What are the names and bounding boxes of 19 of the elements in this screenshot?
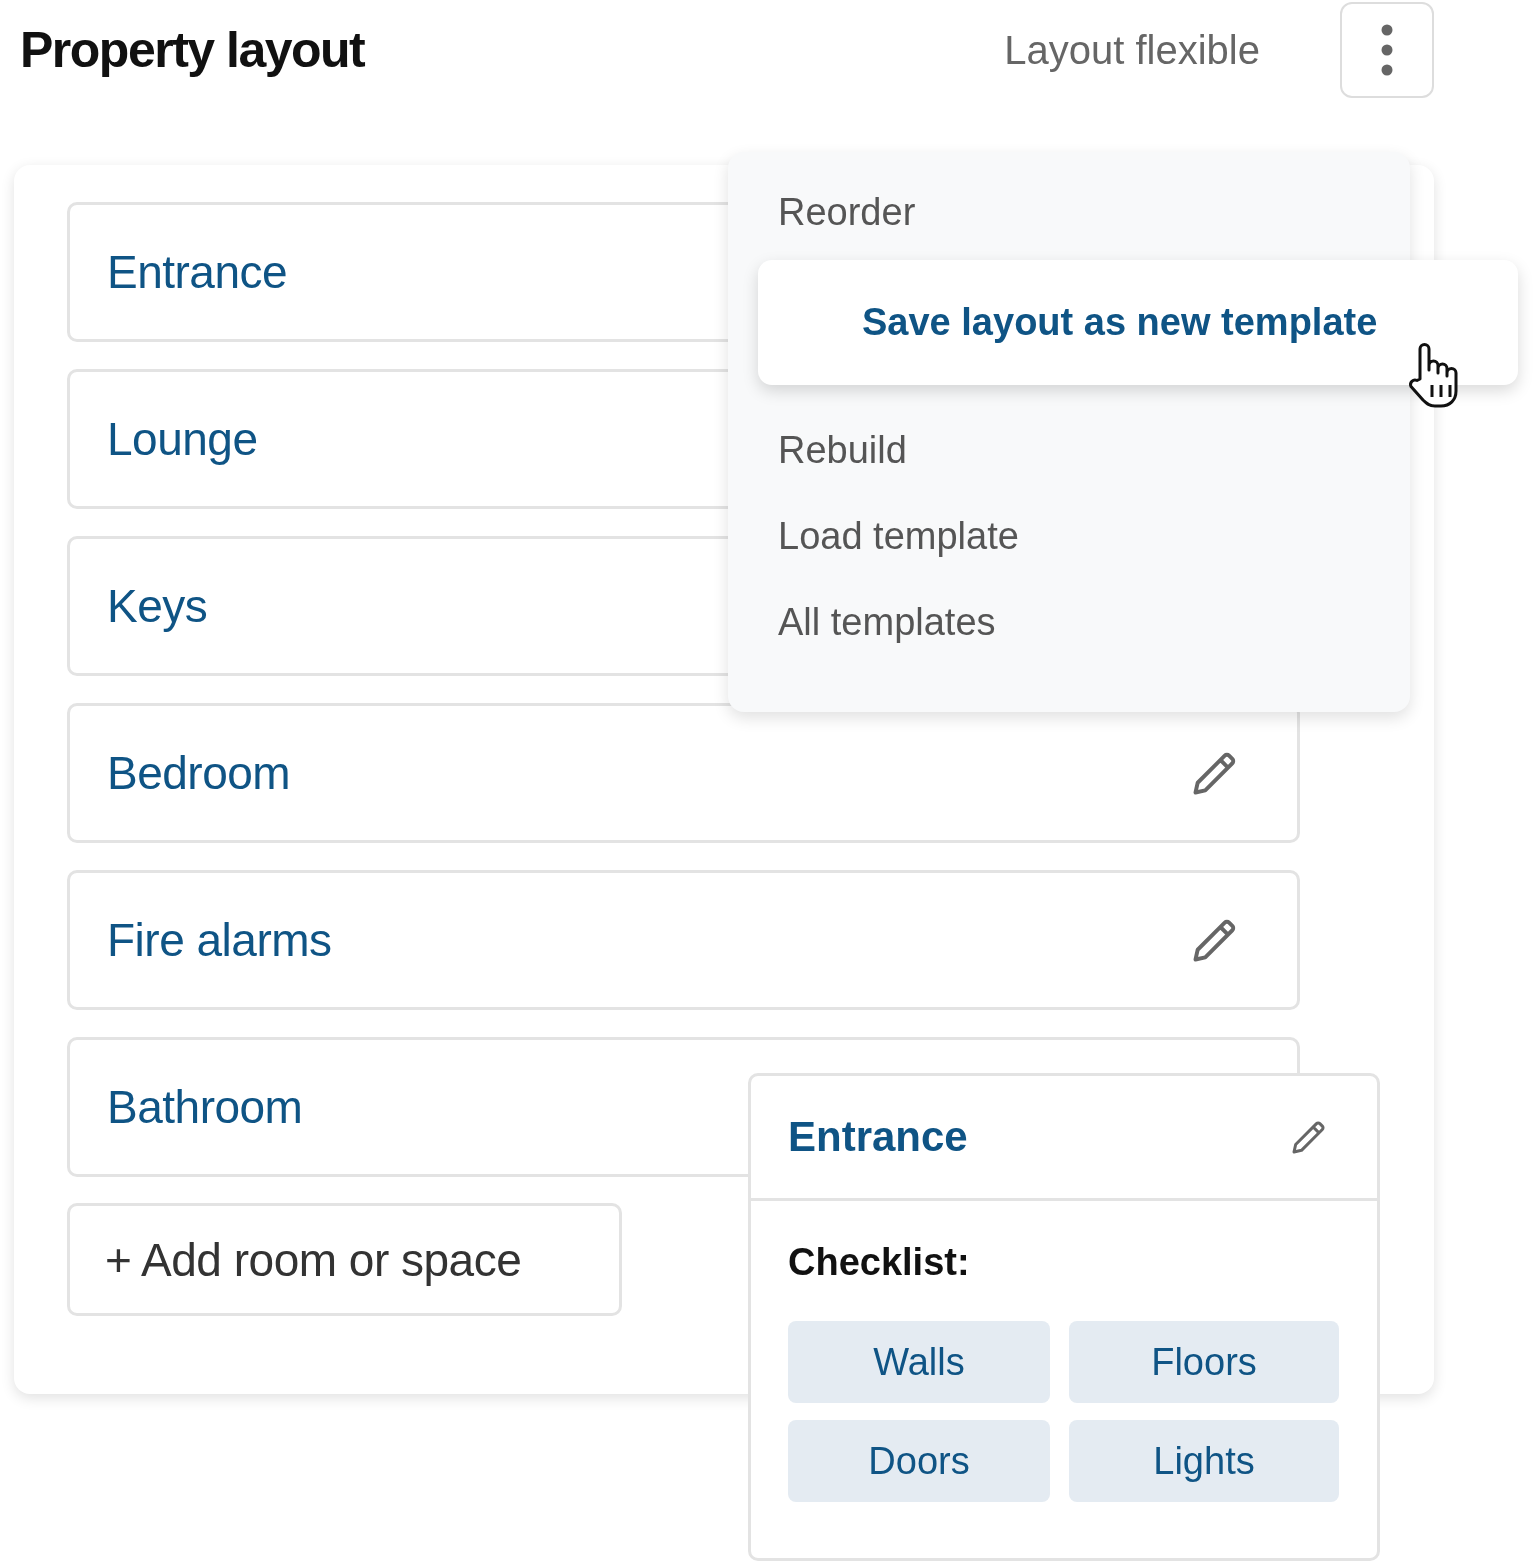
vertical-dots-icon xyxy=(1380,24,1394,76)
checklist-chip[interactable]: Floors xyxy=(1069,1321,1339,1403)
checklist-chip[interactable]: Lights xyxy=(1069,1420,1339,1502)
page-title: Property layout xyxy=(20,21,365,79)
checklist-chip[interactable]: Doors xyxy=(788,1420,1050,1502)
room-name: Lounge xyxy=(107,412,258,466)
more-options-button[interactable] xyxy=(1340,2,1434,98)
room-name: Bedroom xyxy=(107,746,291,800)
room-title: Entrance xyxy=(788,1113,968,1161)
add-room-button[interactable]: + Add room or space xyxy=(67,1203,622,1316)
room-row[interactable]: Fire alarms xyxy=(67,870,1300,1010)
layout-status: Layout flexible xyxy=(1004,27,1260,73)
room-name: Fire alarms xyxy=(107,913,332,967)
room-name: Keys xyxy=(107,579,208,633)
menu-item[interactable]: Save layout as new template xyxy=(758,260,1518,385)
room-name: Bathroom xyxy=(107,1080,303,1134)
checklist-label: Checklist: xyxy=(788,1241,971,1285)
checklist-chip[interactable]: Walls xyxy=(788,1321,1050,1403)
room-name: Entrance xyxy=(107,245,288,299)
